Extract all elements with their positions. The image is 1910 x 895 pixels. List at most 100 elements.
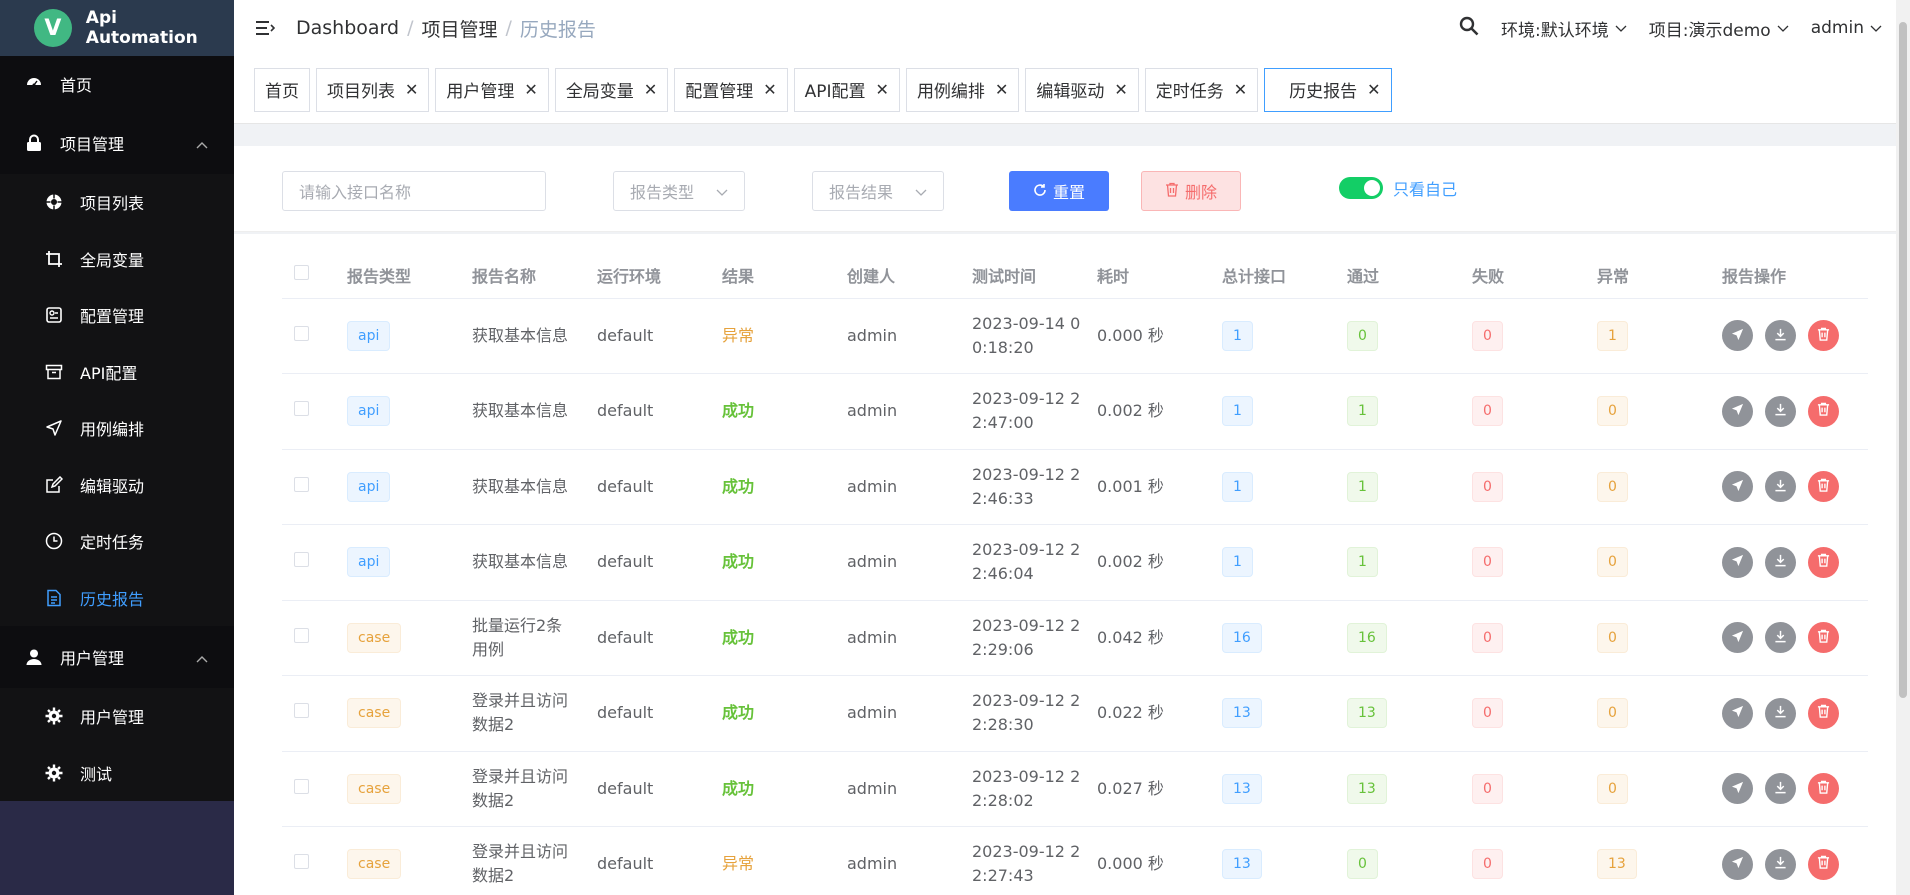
view-report-button[interactable] [1722,773,1753,805]
tag-global-vars[interactable]: 全局变量 ✕ [554,67,669,112]
name-search-input[interactable]: 请输入接口名称 [282,171,546,211]
test-time-cell: 2023-09-12 2 2:28:30 [972,675,1097,752]
sidebar-group-project[interactable]: 项目管理 [0,112,234,174]
close-icon[interactable]: ✕ [876,80,889,99]
report-result-select[interactable]: 报告结果 [812,171,944,211]
view-report-button[interactable] [1722,546,1753,578]
breadcrumb-dashboard[interactable]: Dashboard [296,17,399,39]
download-report-button[interactable] [1765,697,1796,729]
creator-cell: admin [847,600,972,676]
sidebar-item-api-config[interactable]: API配置 [0,344,234,401]
close-icon[interactable]: ✕ [1114,80,1127,99]
send-icon [1731,324,1744,348]
row-checkbox[interactable] [294,325,309,341]
sidebar-group-user[interactable]: 用户管理 [0,626,234,688]
delete-report-button[interactable] [1808,848,1839,880]
row-checkbox[interactable] [294,476,309,492]
project-dropdown[interactable]: 项目:演示demo [1649,16,1789,41]
test-time-cell: 2023-09-12 2 2:28:02 [972,751,1097,827]
tag-config[interactable]: 配置管理 ✕ [674,67,788,112]
delete-report-button[interactable] [1808,471,1839,503]
table-row: case 批量运行2条 用例 default 成功 admin 2023-09-12 2 … [282,600,1868,676]
delete-report-button[interactable] [1808,622,1839,654]
tag-user-management[interactable]: 用户管理 ✕ [435,67,549,112]
row-checkbox[interactable] [294,552,309,568]
close-icon[interactable]: ✕ [524,80,537,99]
close-icon[interactable]: ✕ [405,80,418,99]
row-checkbox[interactable] [294,627,309,643]
config-icon [44,306,64,324]
delete-button[interactable]: 删除 [1141,171,1241,211]
row-checkbox[interactable] [294,703,309,719]
download-report-button[interactable] [1765,848,1796,880]
row-checkbox[interactable] [294,854,309,870]
delete-report-button[interactable] [1808,773,1839,805]
sidebar-item-scheduled-tasks[interactable]: 定时任务 [0,513,234,570]
sidebar-item-history-reports[interactable]: 历史报告 [0,570,234,627]
report-type-cell: case [347,751,472,827]
result-text: 成功 [722,401,755,421]
row-checkbox[interactable] [294,778,309,794]
download-report-button[interactable] [1765,622,1796,654]
view-report-button[interactable] [1722,320,1753,352]
delete-report-button[interactable] [1808,320,1839,352]
vertical-scrollbar[interactable] [1896,0,1910,895]
menu-toggle-icon[interactable] [234,20,296,36]
sidebar-item-test[interactable]: 测试 [0,745,234,802]
tag-project-list[interactable]: 项目列表 ✕ [316,67,430,112]
download-report-button[interactable] [1765,320,1796,352]
delete-report-button[interactable] [1808,395,1839,427]
tag-edit-driver[interactable]: 编辑驱动 ✕ [1025,67,1139,112]
user-dropdown[interactable]: admin [1811,18,1882,38]
tag-history-reports[interactable]: 历史报告 ✕ [1264,67,1392,112]
row-select-cell [282,826,347,895]
tag-home[interactable]: 首页 [254,67,310,112]
test-time-cell: 2023-09-12 2 2:46:04 [972,524,1097,601]
error-badge: 0 [1597,547,1628,578]
view-report-button[interactable] [1722,848,1753,880]
reset-button[interactable]: 重置 [1009,171,1109,211]
view-report-button[interactable] [1722,471,1753,503]
pass-badge: 0 [1347,320,1378,351]
sidebar-item-edit-driver[interactable]: 编辑驱动 [0,457,234,514]
sidebar-item-project-list[interactable]: 项目列表 [0,174,234,231]
delete-report-button[interactable] [1808,697,1839,729]
sidebar-item-home[interactable]: 首页 [0,56,234,112]
only-mine-toggle[interactable]: 只看自己 [1339,176,1457,200]
close-icon[interactable]: ✕ [644,80,657,99]
sidebar-item-case-orchestration[interactable]: 用例编排 [0,400,234,457]
sidebar-item-user-management[interactable]: 用户管理 [0,688,234,745]
download-report-button[interactable] [1765,773,1796,805]
view-report-button[interactable] [1722,697,1753,729]
close-icon[interactable]: ✕ [1367,80,1380,99]
close-icon[interactable]: ✕ [1234,80,1247,99]
row-checkbox[interactable] [294,401,309,417]
duration-cell: 0.027 秒 [1097,751,1222,827]
close-icon[interactable]: ✕ [995,80,1008,99]
operations-cell [1722,298,1868,374]
tag-api-config[interactable]: API配置 ✕ [793,67,900,112]
only-mine-label: 只看自己 [1393,180,1458,199]
delete-report-button[interactable] [1808,546,1839,578]
close-icon[interactable]: ✕ [763,80,776,99]
download-report-button[interactable] [1765,395,1796,427]
env-dropdown[interactable]: 环境:默认环境 [1501,16,1627,41]
report-type-cell: api [347,373,472,450]
view-report-button[interactable] [1722,622,1753,654]
breadcrumb-project-management[interactable]: 项目管理 [422,15,498,42]
sidebar-item-global-vars[interactable]: 全局变量 [0,231,234,288]
download-report-button[interactable] [1765,471,1796,503]
tag-scheduled-tasks[interactable]: 定时任务 ✕ [1144,67,1259,112]
result-text: 成功 [722,627,755,647]
only-mine-switch[interactable] [1339,177,1383,199]
send-icon [44,419,64,437]
search-icon[interactable] [1459,16,1479,41]
view-report-button[interactable] [1722,395,1753,427]
report-type-select[interactable]: 报告类型 [613,171,745,211]
sidebar-item-config[interactable]: 配置管理 [0,287,234,344]
download-report-button[interactable] [1765,546,1796,578]
tag-case-orchestration[interactable]: 用例编排 ✕ [905,67,1020,112]
scrollbar-thumb[interactable] [1899,22,1907,698]
select-all-checkbox[interactable] [294,265,309,281]
sidebar-group-label: 项目管理 [60,135,125,154]
